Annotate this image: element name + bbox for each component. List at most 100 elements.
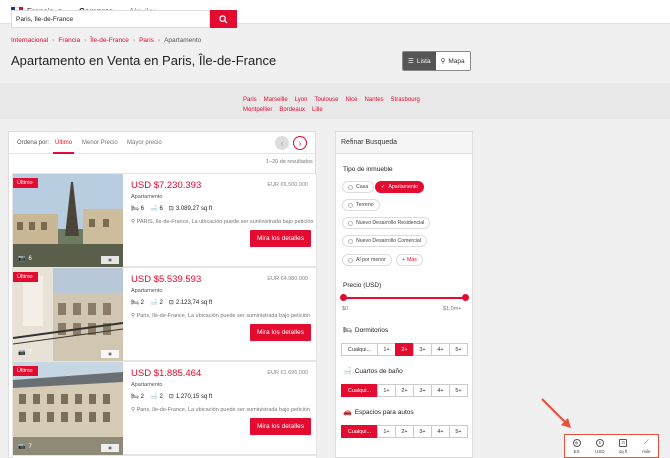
radio-icon <box>348 184 353 190</box>
listing-photo[interactable]: Último 📷 7 ▦ <box>13 362 123 456</box>
listing-price[interactable]: USD $5.539.593 <box>131 274 201 285</box>
listing-price[interactable]: USD $7.230.393 <box>131 180 201 191</box>
parking-filter-label: 🚗 Espacios para autos <box>343 408 414 417</box>
listing-card[interactable]: Último 📷 7 ▦ USD $5.539.593 EUR €4.980.00… <box>12 267 317 362</box>
distance-unit-preference[interactable]: ⟋ mile <box>635 435 658 457</box>
sort-option-latest[interactable]: Último <box>52 140 75 154</box>
type-chip-label: Casa <box>356 184 369 190</box>
price-max-handle[interactable] <box>462 294 469 301</box>
bedrooms-selector: Cualqui... 1+ 2+ 3+ 4+ 5+ <box>341 343 468 356</box>
parking-any[interactable]: Cualqui... <box>341 425 378 438</box>
listing-card[interactable]: Último 📷 6 ▦ USD $7.230.393 EUR €6.500.00… <box>12 173 317 268</box>
breadcrumb: Internacional › Francia › Île-de-France … <box>11 37 201 44</box>
next-page-button[interactable]: › <box>293 136 307 150</box>
type-chip-label: Apartamento <box>388 184 419 190</box>
area-unit-preference[interactable]: ⊡ sq ft <box>612 435 635 457</box>
parking-3plus[interactable]: 3+ <box>413 425 432 438</box>
parking-5plus[interactable]: 5+ <box>449 425 468 438</box>
type-chip-apartamento[interactable]: ✓ Apartamento <box>375 181 425 193</box>
city-link[interactable]: Paris <box>243 95 257 105</box>
breadcrumb-item[interactable]: Paris <box>139 37 154 44</box>
parking-1plus[interactable]: 1+ <box>377 425 396 438</box>
parking-2plus[interactable]: 2+ <box>395 425 414 438</box>
type-chip-nuevo-residencial[interactable]: Nuevo Desarrollo Residencial <box>342 217 431 229</box>
bathrooms-2plus[interactable]: 2+ <box>395 384 414 397</box>
bathrooms-5plus[interactable]: 5+ <box>449 384 468 397</box>
city-link[interactable]: Montpellier <box>243 105 272 115</box>
view-details-button[interactable]: Mira los detalles <box>250 324 311 341</box>
breadcrumb-item[interactable]: Île-de-France <box>90 37 129 44</box>
bathrooms-value: 2 <box>159 299 163 306</box>
price-range-track <box>344 297 466 299</box>
bath-icon: 🛁 <box>149 206 158 212</box>
sort-option-highest-price[interactable]: Mayor precio <box>127 140 162 146</box>
bedrooms-1plus[interactable]: 1+ <box>377 343 396 356</box>
bed-icon: 🛏 <box>343 327 352 334</box>
type-chip-nuevo-comercial[interactable]: Nuevo Desarrollo Comercial <box>342 235 427 247</box>
language-preference[interactable]: ◍ ES <box>565 435 588 457</box>
bathrooms-any[interactable]: Cualqui... <box>341 384 378 397</box>
popular-cities: Paris Marseille Lyon Toulouse Nice Nante… <box>243 95 453 115</box>
page-title: Apartamento en Venta en Paris, Île-de-Fr… <box>11 53 277 68</box>
city-link[interactable]: Lille <box>312 105 323 115</box>
ruler-icon: ⟋ <box>643 438 649 446</box>
area-value: 1.270,15 sq ft <box>175 393 213 400</box>
bathrooms-1plus[interactable]: 1+ <box>377 384 396 397</box>
bathrooms-4plus[interactable]: 4+ <box>431 384 450 397</box>
listing-type: Apartamento <box>131 382 163 388</box>
bedrooms-5plus[interactable]: 5+ <box>449 343 468 356</box>
bedrooms-4plus[interactable]: 4+ <box>431 343 450 356</box>
price-min-handle[interactable] <box>340 294 347 301</box>
bedrooms-3plus[interactable]: 3+ <box>413 343 432 356</box>
view-details-button[interactable]: Mira los detalles <box>250 230 311 247</box>
agency-logo-icon: ▦ <box>101 350 119 358</box>
list-view-label: Lista <box>416 57 431 65</box>
camera-icon: 📷 <box>18 256 26 262</box>
distance-unit-label: mile <box>642 448 651 454</box>
map-view-button[interactable]: ⚲ Mapa <box>435 52 470 70</box>
latest-badge: Último <box>13 178 38 188</box>
type-chip-casa[interactable]: Casa <box>342 181 375 193</box>
city-link[interactable]: Nantes <box>365 95 384 105</box>
city-link[interactable]: Nice <box>346 95 358 105</box>
sort-option-lowest-price[interactable]: Menor Precio <box>82 140 118 146</box>
city-link[interactable]: Marseille <box>264 95 288 105</box>
listing-location: ⚲ Paris, Île-de-France, La ubicación pue… <box>131 407 316 413</box>
list-view-button[interactable]: ☰ Lista <box>403 52 436 70</box>
bedrooms-any[interactable]: Cualqui... <box>341 343 378 356</box>
annotation-arrow-icon <box>541 398 571 428</box>
view-details-button[interactable]: Mira los detalles <box>250 418 311 435</box>
search-input[interactable] <box>11 10 210 28</box>
city-link[interactable]: Bordeaux <box>279 105 305 115</box>
price-max-label: $1,0m+ <box>443 306 462 312</box>
more-types-button[interactable]: + Más <box>396 254 423 266</box>
bedrooms-value: 2 <box>140 299 144 306</box>
listing-photo[interactable]: Último 📷 7 ▦ <box>13 268 123 362</box>
currency-label: USD <box>595 448 605 454</box>
city-link[interactable]: Toulouse <box>314 95 338 105</box>
map-view-label: Mapa <box>448 57 465 65</box>
bathrooms-3plus[interactable]: 3+ <box>413 384 432 397</box>
bathrooms-selector: Cualqui... 1+ 2+ 3+ 4+ 5+ <box>341 384 468 397</box>
bedrooms-value: 2 <box>140 393 144 400</box>
area-unit-label: sq ft <box>618 448 628 454</box>
parking-4plus[interactable]: 4+ <box>431 425 450 438</box>
listing-card[interactable]: Último 📷 7 ▦ USD $1.885.464 EUR €1.695.00… <box>12 361 317 456</box>
listing-price[interactable]: USD $1.885.464 <box>131 368 201 379</box>
bedrooms-2plus[interactable]: 2+ <box>395 343 414 356</box>
type-chip-terreno[interactable]: Terreno <box>342 199 380 211</box>
radio-icon <box>348 238 353 244</box>
agency-logo-icon: ▦ <box>101 444 119 452</box>
city-link[interactable]: Strasbourg <box>391 95 420 105</box>
check-icon: ✓ <box>381 184 386 190</box>
search-button[interactable] <box>210 10 237 28</box>
breadcrumb-item[interactable]: Internacional <box>11 37 48 44</box>
bedrooms-filter-label: 🛏 Dormitorios <box>343 326 388 335</box>
currency-preference[interactable]: $ USD <box>588 435 611 457</box>
city-link[interactable]: Lyon <box>295 95 308 105</box>
type-chip-al-por-menor[interactable]: Al por menor <box>342 254 392 266</box>
breadcrumb-item[interactable]: Francia <box>58 37 80 44</box>
radio-icon <box>348 257 353 263</box>
listing-photo[interactable]: Último 📷 6 ▦ <box>13 174 123 268</box>
prev-page-button[interactable]: ‹ <box>275 136 289 150</box>
